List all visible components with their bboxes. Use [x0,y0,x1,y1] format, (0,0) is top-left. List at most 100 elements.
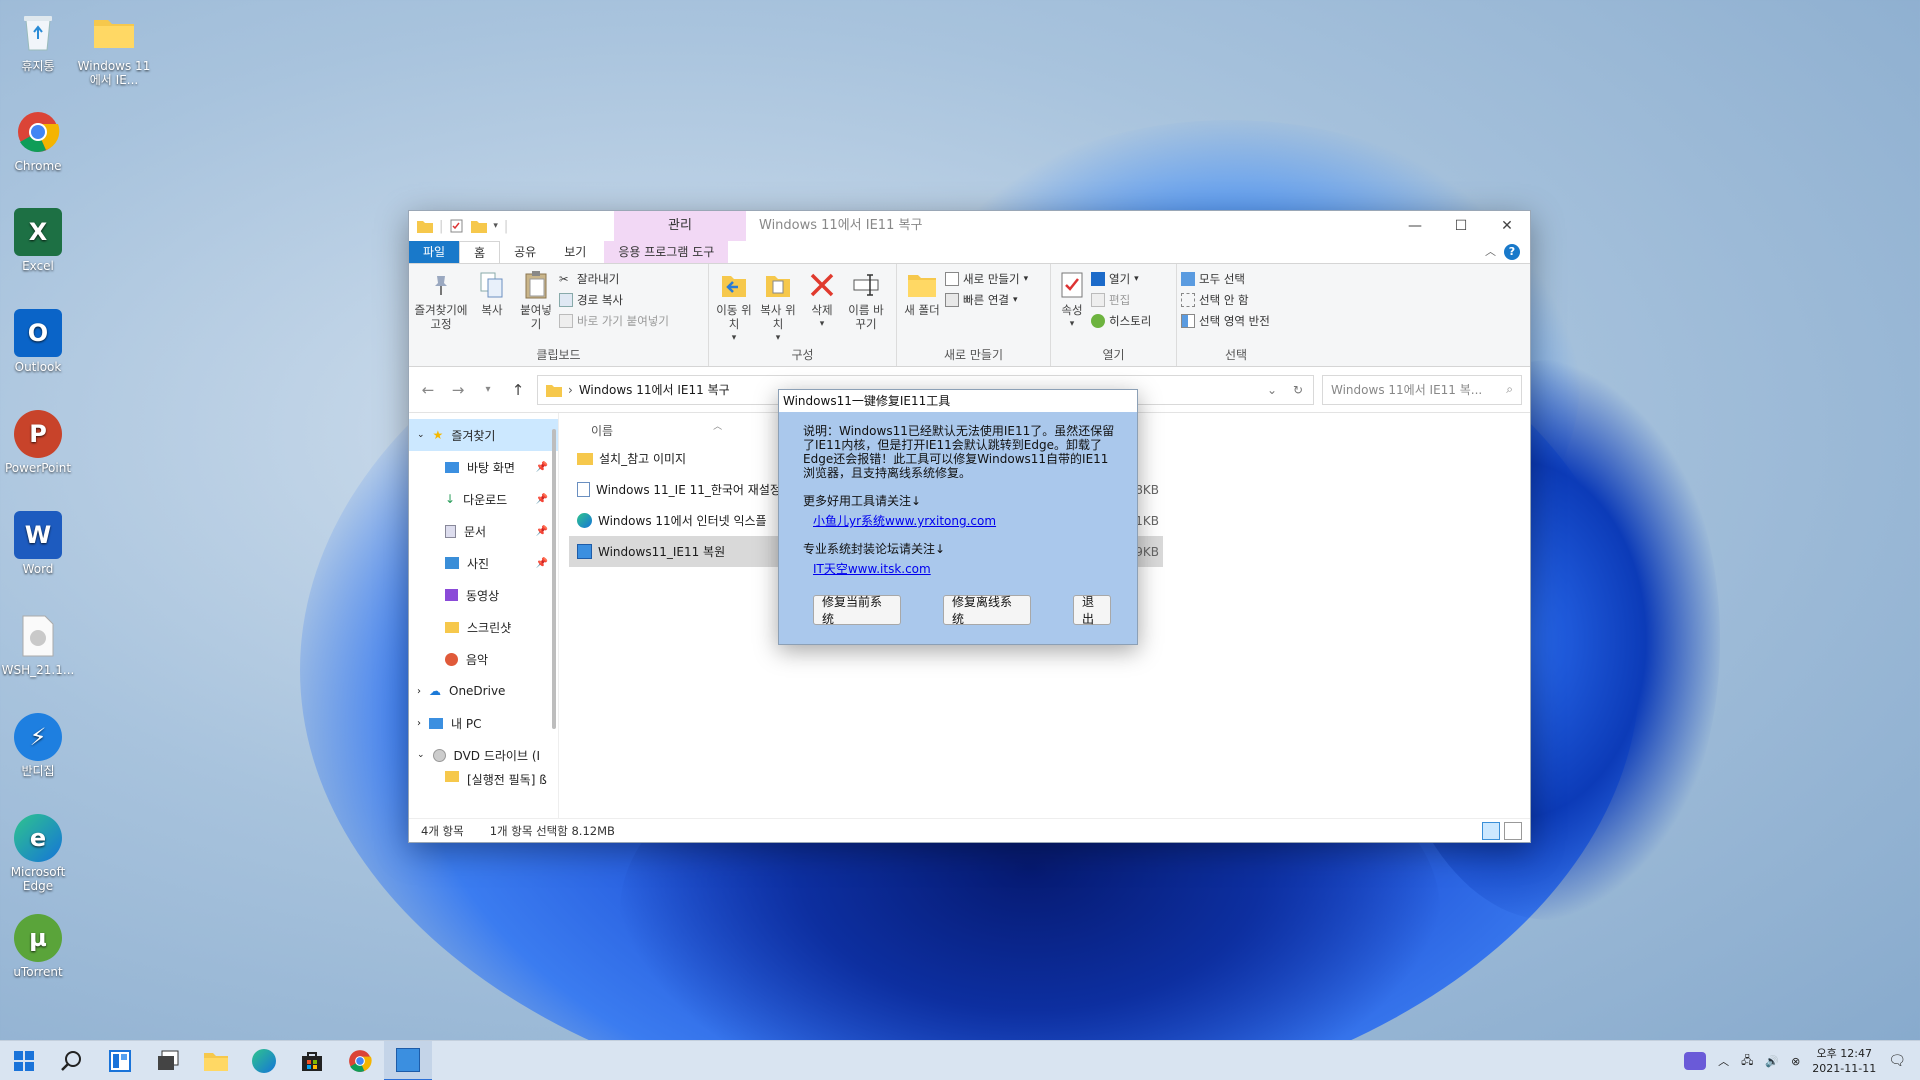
refresh-icon[interactable]: ↻ [1293,383,1303,397]
network-icon[interactable]: 🖧 [1741,1052,1753,1071]
back-arrow-icon[interactable]: ← [417,381,439,399]
rename-button[interactable]: 이름 바꾸기 [845,268,887,348]
select-none-button[interactable]: 선택 안 함 [1181,291,1270,309]
desktop-icon-word[interactable]: W Word [0,511,78,576]
nav-item-partial[interactable]: [실행전 필독] ß [409,771,558,787]
clock[interactable]: 오후 12:47 2021-11-11 [1812,1046,1876,1076]
nav-dvd-drive[interactable]: ⌄ DVD 드라이브 (I [409,739,558,771]
column-header-name[interactable]: 이름 [591,422,613,439]
move-to-button[interactable]: 이동 위치 ▾ [713,268,755,348]
nav-this-pc[interactable]: › 내 PC [409,707,558,739]
tab-share[interactable]: 공유 [500,241,550,263]
up-arrow-icon[interactable]: ↑ [507,381,529,399]
meet-icon[interactable] [1684,1052,1707,1070]
expand-chevron-icon[interactable]: › [417,686,421,697]
invert-selection-button[interactable]: 선택 영역 반전 [1181,312,1270,330]
expand-chevron-icon[interactable]: ⌄ [417,430,425,440]
copy-to-button[interactable]: 복사 위치 ▾ [757,268,799,348]
tab-file[interactable]: 파일 [409,241,460,263]
taskbar-edge[interactable] [240,1041,288,1080]
paste-shortcut-button[interactable]: 바로 가기 붙여넣기 [559,312,669,330]
desktop-icon-chrome[interactable]: Chrome [0,108,78,173]
tab-home[interactable]: 홈 [459,241,501,263]
navigation-pane[interactable]: ⌄ ★ 즐겨찾기 바탕 화면 📌 ↓ 다운로드 📌 문서 📌 사진 📌 동영상 … [409,413,559,818]
desktop-icon-excel[interactable]: X Excel [0,208,78,273]
widgets-button[interactable] [96,1041,144,1080]
repair-offline-system-button[interactable]: 修复离线系统 [943,595,1031,626]
close-button[interactable]: ✕ [1484,211,1530,241]
nav-item-videos[interactable]: 동영상 [409,579,558,611]
taskbar-file-explorer[interactable] [192,1041,240,1080]
desktop-icon-wsh-file[interactable]: WSH_21.1... [0,612,78,677]
repair-current-system-button[interactable]: 修复当前系统 [813,595,901,626]
start-button[interactable] [0,1041,48,1080]
pin-quick-access-button[interactable]: 즐겨찾기에 고정 [413,268,469,348]
tab-app-tools[interactable]: 응용 프로그램 도구 [604,241,729,263]
cut-button[interactable]: ✂ 잘라내기 [559,270,669,288]
desktop-icon-recycle-bin[interactable]: 휴지통 [0,8,78,73]
history-button[interactable]: 히스토리 [1091,312,1151,330]
expand-chevron-icon[interactable]: › [417,718,421,729]
cloud-icon: ☁ [429,684,441,698]
exit-button[interactable]: 退出 [1073,595,1111,626]
nav-item-desktop[interactable]: 바탕 화면 📌 [409,451,558,483]
nav-item-downloads[interactable]: ↓ 다운로드 📌 [409,483,558,515]
easy-access-button[interactable]: 빠른 연결 ▾ [945,291,1028,309]
yrxitong-link[interactable]: 小鱼儿yr系统www.yrxitong.com [813,514,1119,528]
maximize-button[interactable]: ☐ [1438,211,1484,241]
taskbar-store[interactable] [288,1041,336,1080]
notification-icon[interactable]: 🗨 [1888,1053,1906,1069]
desktop-icon-edge[interactable]: e Microsoft Edge [0,814,78,893]
nav-onedrive[interactable]: › ☁ OneDrive [409,675,558,707]
chevron-down-icon[interactable]: ▾ [493,221,498,231]
collapse-ribbon-icon[interactable]: ︿ [1485,243,1496,259]
open-button[interactable]: 열기 ▾ [1091,270,1151,288]
address-dropdown-icon[interactable]: ⌄ [1267,383,1277,397]
itsk-link[interactable]: IT天空www.itsk.com [813,562,1119,576]
new-item-button[interactable]: 새로 만들기 ▾ [945,270,1028,288]
delete-button[interactable]: 삭제 ▾ [801,268,843,348]
properties-button[interactable]: 속성 ▾ [1055,268,1089,348]
recent-chevron-icon[interactable]: ▾ [477,384,499,395]
large-icons-view-icon[interactable] [1504,822,1522,840]
manage-tab[interactable]: 관리 [614,211,746,241]
nav-scrollbar[interactable] [552,429,556,729]
dialog-title[interactable]: Windows11一键修复IE11工具 [779,390,1137,412]
select-all-button[interactable]: 모두 선택 [1181,270,1270,288]
search-button[interactable] [48,1041,96,1080]
nav-item-documents[interactable]: 문서 📌 [409,515,558,547]
details-view-icon[interactable] [1482,822,1500,840]
help-icon[interactable]: ? [1504,244,1520,260]
breadcrumb[interactable]: Windows 11에서 IE11 복구 [579,381,730,398]
expand-chevron-icon[interactable]: ⌄ [417,750,425,760]
copy-button[interactable]: 복사 [471,268,513,348]
task-view-button[interactable] [144,1041,192,1080]
desktop-icon-powerpoint[interactable]: P PowerPoint [0,410,78,475]
search-input[interactable]: Windows 11에서 IE11 복... ⌕ [1322,374,1522,405]
desktop-icon-outlook[interactable]: O Outlook [0,309,78,374]
exe-icon [396,1047,420,1072]
copy-path-button[interactable]: 경로 복사 [559,291,669,309]
nav-item-pictures[interactable]: 사진 📌 [409,547,558,579]
taskbar-ie11-tool[interactable] [384,1040,432,1080]
tab-view[interactable]: 보기 [550,241,600,263]
ie11-repair-dialog[interactable]: Windows11一键修复IE11工具 说明：Windows11已经默认无法使用… [778,389,1138,645]
taskbar-chrome[interactable] [336,1041,384,1080]
desktop-icon-bandizip[interactable]: ⚡ 반디집 [0,713,78,778]
nav-quick-access[interactable]: ⌄ ★ 즐겨찾기 [409,419,558,451]
no-network-icon[interactable]: ⊗ [1791,1055,1800,1068]
volume-icon[interactable]: 🔊 [1765,1055,1779,1068]
edit-button[interactable]: 편집 [1091,291,1151,309]
chevron-up-icon[interactable]: ︿ [1718,1053,1729,1069]
minimize-button[interactable]: — [1392,211,1438,241]
new-folder-icon[interactable] [471,219,488,233]
title-bar[interactable]: | ▾ | 관리 Windows 11에서 IE11 복구 — ☐ ✕ [409,211,1530,241]
nav-item-music[interactable]: 음악 [409,643,558,675]
properties-icon[interactable] [449,219,465,233]
forward-arrow-icon[interactable]: → [447,381,469,399]
desktop-icon-folder[interactable]: Windows 11에서 IE... [74,8,154,87]
desktop-icon-utorrent[interactable]: µ uTorrent [0,914,78,979]
nav-item-screenshots[interactable]: 스크린샷 [409,611,558,643]
paste-button[interactable]: 붙여넣기 [515,268,557,348]
new-folder-button[interactable]: 새 폴더 [901,268,943,348]
